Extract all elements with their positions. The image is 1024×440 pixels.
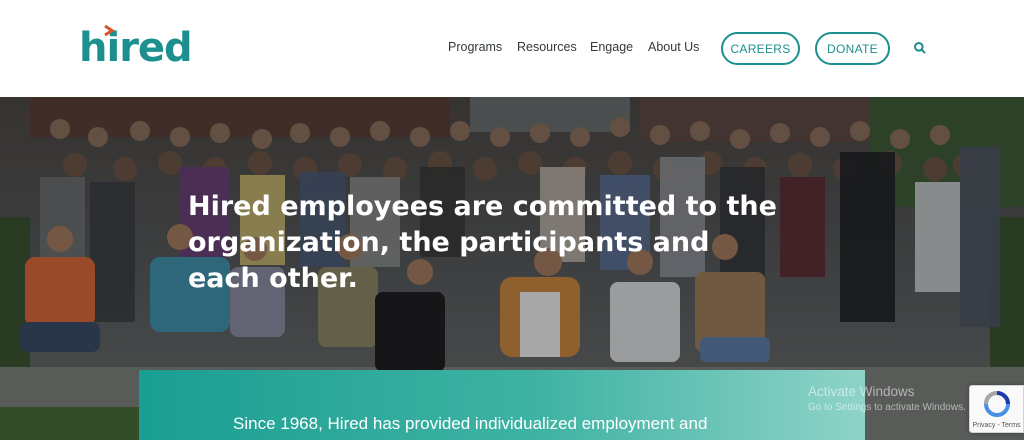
- activate-windows-subtitle: Go to Settings to activate Windows.: [808, 402, 966, 413]
- site-header: hired Programs Resources Engage About Us…: [0, 0, 1024, 97]
- careers-button[interactable]: CAREERS: [721, 32, 800, 65]
- logo-chevron-icon: [104, 24, 115, 37]
- nav-item-resources[interactable]: Resources: [517, 40, 577, 54]
- nav-item-programs[interactable]: Programs: [448, 40, 502, 54]
- activate-windows-watermark: Activate Windows Go to Settings to activ…: [808, 384, 966, 416]
- recaptcha-icon: [984, 391, 1010, 417]
- nav-item-about-us[interactable]: About Us: [648, 40, 699, 54]
- activate-windows-title: Activate Windows: [808, 384, 915, 399]
- nav-item-engage[interactable]: Engage: [590, 40, 633, 54]
- hired-logo[interactable]: hired: [79, 24, 193, 71]
- logo-text: hired: [79, 25, 193, 71]
- recaptcha-label[interactable]: Privacy - Terms: [969, 422, 1024, 429]
- search-icon[interactable]: [913, 41, 927, 55]
- intro-text: Since 1968, Hired has provided individua…: [233, 414, 708, 433]
- hero-headline: Hired employees are committed to the org…: [188, 191, 777, 294]
- donate-button[interactable]: DONATE: [815, 32, 890, 65]
